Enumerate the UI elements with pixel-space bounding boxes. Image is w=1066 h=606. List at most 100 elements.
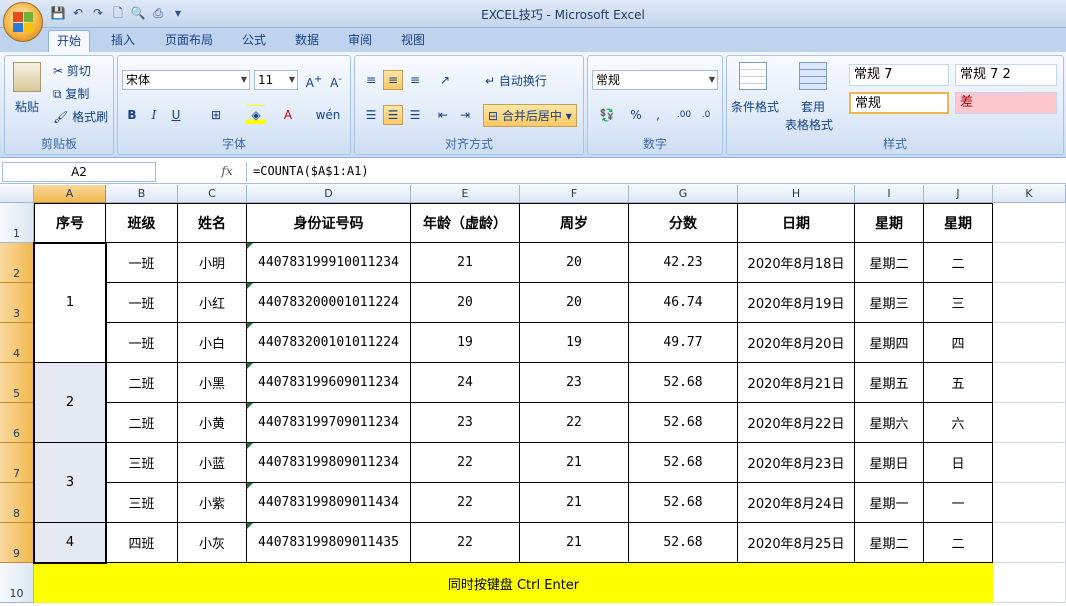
table-cell[interactable]: 四班 bbox=[106, 523, 178, 563]
style-normal[interactable]: 常规 bbox=[849, 92, 949, 114]
phonetic-icon[interactable]: wén bbox=[314, 105, 342, 125]
table-cell[interactable]: 2020年8月18日 bbox=[738, 243, 855, 283]
merged-index-cell[interactable]: 4 bbox=[34, 523, 106, 563]
table-cell[interactable]: 小蓝 bbox=[178, 443, 247, 483]
table-cell[interactable]: 22 bbox=[411, 443, 520, 483]
decrease-indent-icon[interactable]: ⇤ bbox=[433, 105, 453, 125]
worksheet-grid[interactable]: ABCDEFGHIJK 1 2 3 4 5 6 7 8 9 10 序号 班级 姓名 身份证号码 年龄（虚龄… bbox=[0, 185, 1066, 606]
table-cell[interactable]: 2020年8月24日 bbox=[738, 483, 855, 523]
table-cell[interactable]: 小红 bbox=[178, 283, 247, 323]
paste-button[interactable]: 粘贴 bbox=[15, 98, 39, 115]
table-cell[interactable]: 440783199809011435 bbox=[247, 523, 411, 563]
border-icon[interactable]: ⊞ bbox=[206, 105, 226, 125]
row-header-3[interactable]: 3 bbox=[0, 283, 34, 323]
header-cell[interactable]: 星期 bbox=[855, 203, 924, 243]
table-cell[interactable]: 2020年8月25日 bbox=[738, 523, 855, 563]
column-header-e[interactable]: E bbox=[411, 185, 520, 203]
column-header-f[interactable]: F bbox=[520, 185, 629, 203]
column-header-k[interactable]: K bbox=[993, 185, 1066, 203]
empty-cell[interactable] bbox=[993, 523, 1066, 563]
align-middle-icon[interactable]: ≡ bbox=[383, 70, 403, 90]
header-cell[interactable]: 班级 bbox=[106, 203, 178, 243]
empty-cell[interactable] bbox=[993, 243, 1066, 283]
table-cell[interactable]: 星期三 bbox=[855, 283, 924, 323]
style-normal-7[interactable]: 常规 7 bbox=[849, 64, 949, 86]
table-cell[interactable]: 三 bbox=[924, 283, 993, 323]
column-header-g[interactable]: G bbox=[629, 185, 738, 203]
align-right-icon[interactable]: ☰ bbox=[405, 105, 425, 125]
column-header-d[interactable]: D bbox=[247, 185, 411, 203]
tab-insert[interactable]: 插入 bbox=[103, 30, 143, 52]
merged-index-cell[interactable]: 3 bbox=[34, 443, 106, 523]
column-header-j[interactable]: J bbox=[924, 185, 993, 203]
currency-icon[interactable]: 💱 bbox=[592, 105, 622, 125]
table-cell[interactable]: 52.68 bbox=[629, 483, 738, 523]
align-top-icon[interactable]: ≡ bbox=[361, 70, 381, 90]
table-cell[interactable]: 二班 bbox=[106, 403, 178, 443]
bold-button[interactable]: B bbox=[122, 105, 142, 125]
row-header-8[interactable]: 8 bbox=[0, 483, 34, 523]
table-cell[interactable]: 19 bbox=[411, 323, 520, 363]
table-cell[interactable]: 2020年8月22日 bbox=[738, 403, 855, 443]
tab-formulas[interactable]: 公式 bbox=[234, 30, 274, 52]
empty-cell[interactable] bbox=[993, 323, 1066, 363]
table-cell[interactable]: 星期二 bbox=[855, 523, 924, 563]
table-cell[interactable]: 20 bbox=[520, 283, 629, 323]
header-cell[interactable]: 序号 bbox=[34, 203, 106, 243]
grow-font-button[interactable]: A+ bbox=[304, 70, 324, 90]
tab-page-layout[interactable]: 页面布局 bbox=[157, 30, 221, 52]
underline-button[interactable]: U bbox=[166, 105, 186, 125]
table-cell[interactable]: 440783199809011234 bbox=[247, 443, 411, 483]
table-cell[interactable]: 小白 bbox=[178, 323, 247, 363]
empty-cell[interactable] bbox=[993, 483, 1066, 523]
table-cell[interactable]: 小紫 bbox=[178, 483, 247, 523]
font-size-select[interactable]: 11 ▼ bbox=[254, 70, 298, 90]
table-cell[interactable]: 星期六 bbox=[855, 403, 924, 443]
table-cell[interactable]: 二班 bbox=[106, 363, 178, 403]
decrease-decimal-icon[interactable]: .0 bbox=[696, 105, 716, 125]
row-header-2[interactable]: 2 bbox=[0, 243, 34, 283]
table-cell[interactable]: 46.74 bbox=[629, 283, 738, 323]
table-cell[interactable]: 小黑 bbox=[178, 363, 247, 403]
column-header-b[interactable]: B bbox=[106, 185, 178, 203]
style-normal-7-2[interactable]: 常规 7 2 bbox=[955, 64, 1057, 86]
fill-color-icon[interactable]: ◈ bbox=[246, 105, 266, 125]
table-cell[interactable]: 23 bbox=[411, 403, 520, 443]
increase-indent-icon[interactable]: ⇥ bbox=[455, 105, 475, 125]
align-center-icon[interactable]: ☰ bbox=[383, 105, 403, 125]
table-cell[interactable]: 二 bbox=[924, 523, 993, 563]
align-left-icon[interactable]: ☰ bbox=[361, 105, 381, 125]
insert-function-icon[interactable]: fx bbox=[214, 162, 240, 182]
table-cell[interactable]: 一 bbox=[924, 483, 993, 523]
table-cell[interactable]: 2020年8月23日 bbox=[738, 443, 855, 483]
table-format-label1[interactable]: 套用 bbox=[801, 98, 825, 115]
table-cell[interactable]: 六 bbox=[924, 403, 993, 443]
column-header-a[interactable]: A bbox=[34, 185, 106, 203]
wrap-text-button[interactable]: ↵ 自动换行 bbox=[485, 72, 547, 89]
percent-icon[interactable]: % bbox=[626, 105, 646, 125]
table-cell[interactable]: 24 bbox=[411, 363, 520, 403]
table-cell[interactable]: 三班 bbox=[106, 443, 178, 483]
empty-cell[interactable] bbox=[993, 563, 1066, 603]
header-cell[interactable]: 分数 bbox=[629, 203, 738, 243]
table-cell[interactable]: 星期日 bbox=[855, 443, 924, 483]
table-cell[interactable]: 二 bbox=[924, 243, 993, 283]
empty-cell[interactable] bbox=[993, 363, 1066, 403]
table-cell[interactable]: 四 bbox=[924, 323, 993, 363]
table-cell[interactable]: 2020年8月21日 bbox=[738, 363, 855, 403]
table-cell[interactable]: 19 bbox=[520, 323, 629, 363]
table-cell[interactable]: 52.68 bbox=[629, 363, 738, 403]
row-header-10[interactable]: 10 bbox=[0, 563, 34, 603]
table-cell[interactable]: 一班 bbox=[106, 243, 178, 283]
table-cell[interactable]: 2020年8月19日 bbox=[738, 283, 855, 323]
name-box[interactable]: A2 bbox=[2, 162, 156, 182]
table-cell[interactable]: 52.68 bbox=[629, 403, 738, 443]
formula-input[interactable]: =COUNTA($A$1:A1) bbox=[246, 162, 1064, 182]
table-cell[interactable]: 星期一 bbox=[855, 483, 924, 523]
table-cell[interactable]: 22 bbox=[520, 403, 629, 443]
header-cell[interactable]: 周岁 bbox=[520, 203, 629, 243]
merge-center-button[interactable]: ⊟ 合并后居中 ▾ bbox=[483, 104, 577, 127]
table-cell[interactable]: 22 bbox=[411, 483, 520, 523]
header-cell[interactable]: 日期 bbox=[738, 203, 855, 243]
table-cell[interactable]: 440783199609011234 bbox=[247, 363, 411, 403]
